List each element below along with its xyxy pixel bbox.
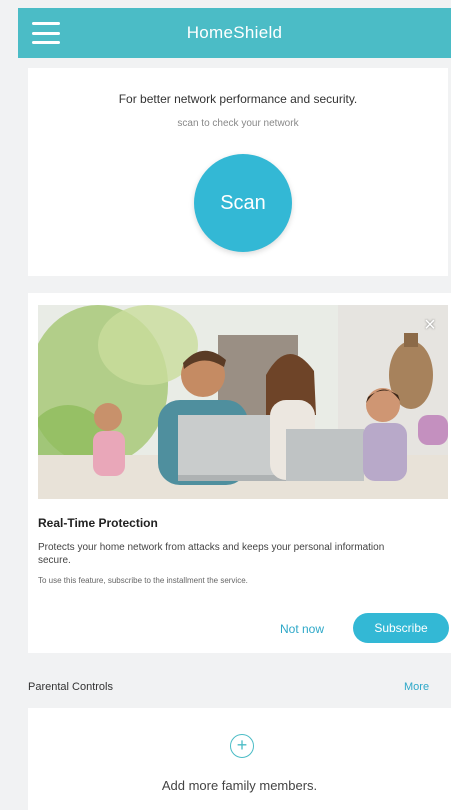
family-photo: × xyxy=(38,305,448,499)
close-icon[interactable]: × xyxy=(420,315,440,335)
scan-card: For better network performance and secur… xyxy=(28,68,448,276)
app-title: HomeShield xyxy=(186,23,283,42)
app-screen: HomeShield For better network performanc… xyxy=(0,0,451,810)
protection-card: × Real-Time Protection Protects your hom… xyxy=(28,293,451,653)
plus-circle-icon[interactable]: + xyxy=(230,734,254,758)
protection-note: To use this feature, subscribe to the in… xyxy=(38,576,248,585)
protection-description: Protects your home network from attacks … xyxy=(38,542,385,566)
more-link[interactable]: More xyxy=(404,681,429,693)
add-family-members-button[interactable]: Add more family members. xyxy=(28,778,451,793)
parental-controls-title: Parental Controls xyxy=(28,681,113,693)
scan-subtext: scan to check your network xyxy=(177,118,299,129)
scan-headline: For better network performance and secur… xyxy=(118,92,358,106)
not-now-button[interactable]: Not now xyxy=(280,622,324,636)
subscribe-button[interactable]: Subscribe xyxy=(353,613,449,643)
hamburger-menu-icon[interactable] xyxy=(32,22,60,44)
app-header: HomeShield xyxy=(18,8,451,58)
parental-card: + Add more family members. xyxy=(28,708,451,810)
scan-button[interactable]: Scan xyxy=(194,154,292,252)
protection-title: Real-Time Protection xyxy=(38,516,158,530)
